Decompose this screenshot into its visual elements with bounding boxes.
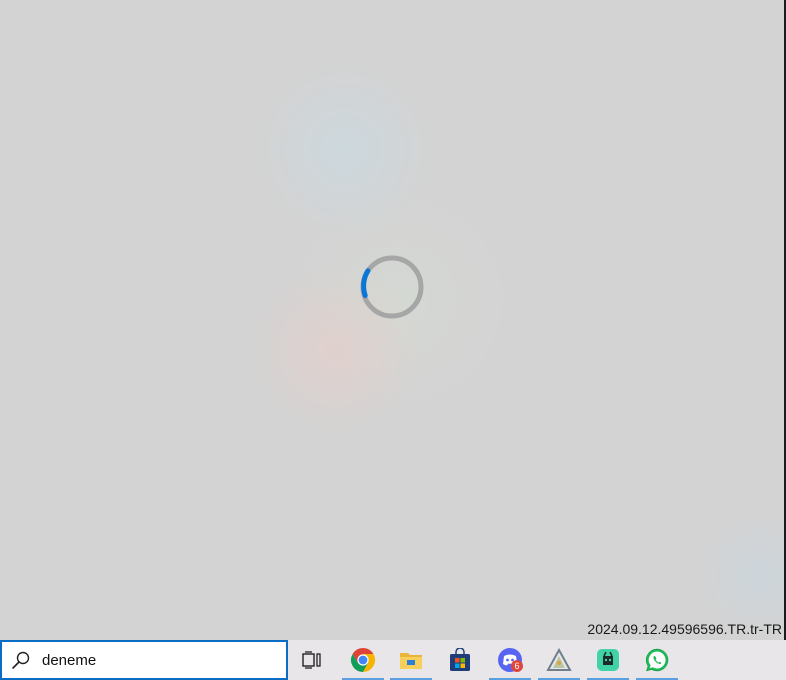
task-view-icon	[302, 651, 321, 669]
app-button[interactable]	[538, 640, 580, 680]
chrome-button[interactable]	[342, 640, 384, 680]
microsoft-store-icon	[450, 648, 470, 671]
discord-button[interactable]: 6	[489, 640, 531, 680]
file-explorer-icon	[400, 653, 422, 669]
loading-spinner	[360, 255, 424, 319]
search-icon	[10, 649, 32, 671]
whatsapp-button[interactable]	[636, 640, 678, 680]
file-explorer-button[interactable]	[390, 640, 432, 680]
app-icon	[546, 648, 572, 671]
taskbar-search-box[interactable]	[0, 640, 288, 680]
notification-badge: 6	[511, 660, 523, 672]
chrome-icon	[350, 648, 376, 672]
search-input[interactable]	[42, 648, 272, 672]
microsoft-store-button[interactable]	[439, 640, 481, 680]
app-icon	[597, 649, 619, 671]
task-view-button[interactable]	[291, 640, 333, 680]
whatsapp-icon	[646, 648, 669, 672]
app-button[interactable]	[587, 640, 629, 680]
search-results-panel: 2024.09.12.49596596.TR.tr-TR	[0, 0, 786, 640]
version-text: 2024.09.12.49596596.TR.tr-TR	[587, 621, 782, 637]
